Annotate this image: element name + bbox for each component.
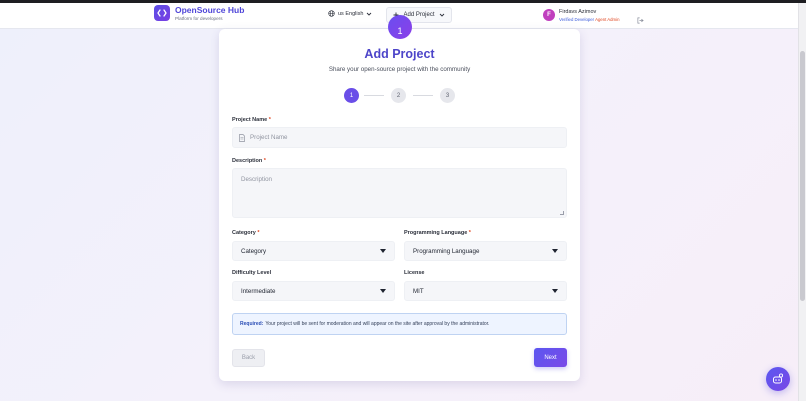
step-connector xyxy=(413,95,433,96)
step-1: 1 xyxy=(344,88,359,103)
chevron-down-icon xyxy=(380,249,386,253)
project-name-placeholder: Project Name xyxy=(250,134,288,141)
moderation-notice: Required: Your project will be sent for … xyxy=(232,313,567,335)
globe-icon xyxy=(328,10,335,17)
programming-language-select[interactable]: Programming Language xyxy=(404,241,567,261)
chevron-down-icon xyxy=(439,13,444,17)
language-label: us English xyxy=(338,10,364,17)
chat-bot-icon[interactable] xyxy=(766,367,790,391)
next-button[interactable]: Next xyxy=(534,348,567,367)
notice-strong: Required: xyxy=(240,321,264,327)
chevron-down-icon xyxy=(552,289,558,293)
difficulty-label: Difficulty Level xyxy=(232,270,272,276)
chevron-down-icon xyxy=(367,12,372,16)
file-icon xyxy=(239,133,245,142)
license-value: MIT xyxy=(413,287,424,295)
step-indicator-icon: 1 xyxy=(388,15,412,39)
role-verified-badge: Verified Developer xyxy=(559,17,595,22)
project-name-input[interactable]: Project Name xyxy=(232,127,567,148)
brand-subtitle: Platform for developers xyxy=(175,16,223,21)
resize-handle[interactable] xyxy=(560,211,564,215)
logout-icon[interactable] xyxy=(637,11,644,29)
language-selector[interactable]: us English xyxy=(328,10,372,17)
difficulty-value: Intermediate xyxy=(241,287,276,295)
page-title: Add Project xyxy=(364,47,435,61)
brand-title[interactable]: OpenSource Hub xyxy=(175,5,244,15)
step-3: 3 xyxy=(440,88,455,103)
chevron-down-icon xyxy=(552,249,558,253)
step-2: 2 xyxy=(391,88,406,103)
programming-language-label: Programming Language * xyxy=(404,230,471,236)
description-textarea[interactable]: Description xyxy=(232,168,567,218)
project-name-label: Project Name * xyxy=(232,117,271,123)
category-label: Category * xyxy=(232,230,260,236)
add-project-label: Add Project xyxy=(403,12,435,18)
scrollbar-thumb[interactable] xyxy=(800,51,805,301)
page-scrollbar[interactable] xyxy=(798,3,806,401)
user-roles: Verified Developer Agent Admin xyxy=(559,17,619,22)
license-label: License xyxy=(404,270,425,276)
license-select[interactable]: MIT xyxy=(404,281,567,301)
avatar[interactable]: F xyxy=(543,9,555,21)
step-connector xyxy=(364,95,384,96)
chevron-down-icon xyxy=(380,289,386,293)
user-name: Firdavs Azimov xyxy=(559,9,597,15)
programming-language-value: Programming Language xyxy=(413,247,480,255)
description-label: Description * xyxy=(232,158,266,164)
code-brackets-icon[interactable] xyxy=(154,5,170,21)
back-button[interactable]: Back xyxy=(232,349,265,367)
difficulty-select[interactable]: Intermediate xyxy=(232,281,395,301)
category-value: Category xyxy=(241,247,267,255)
category-select[interactable]: Category xyxy=(232,241,395,261)
description-placeholder: Description xyxy=(241,176,272,183)
page-subtitle: Share your open-source project with the … xyxy=(328,66,471,73)
role-admin-badge: Agent Admin xyxy=(595,17,620,22)
notice-text: Your project will be sent for moderation… xyxy=(265,321,490,327)
